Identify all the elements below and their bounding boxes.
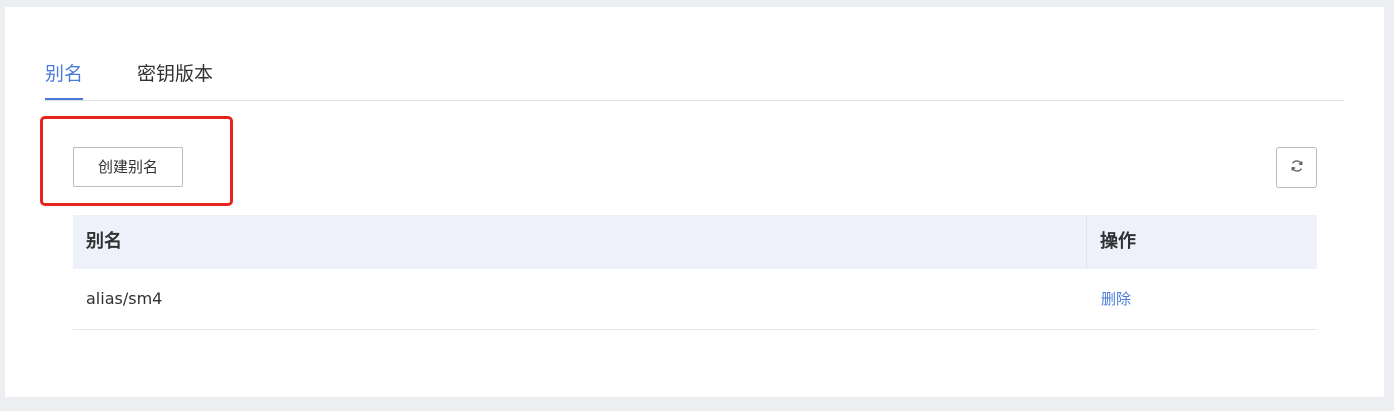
tab-bar: 别名 密钥版本 xyxy=(45,59,1344,101)
delete-link[interactable]: 删除 xyxy=(1101,269,1131,329)
column-divider xyxy=(1086,215,1087,269)
column-header-actions: 操作 xyxy=(1100,231,1136,252)
alias-cell: alias/sm4 xyxy=(86,289,163,308)
create-alias-button[interactable]: 创建别名 xyxy=(73,147,183,187)
refresh-icon xyxy=(1290,158,1304,177)
tab-alias[interactable]: 别名 xyxy=(45,59,84,100)
table-row: alias/sm4 删除 xyxy=(73,269,1317,330)
alias-table: 别名 操作 alias/sm4 删除 xyxy=(73,215,1317,330)
alias-panel: 别名 密钥版本 创建别名 别名 操作 alias/sm4 删除 xyxy=(5,7,1384,397)
tab-key-version[interactable]: 密钥版本 xyxy=(137,59,213,100)
table-header: 别名 操作 xyxy=(73,215,1317,269)
refresh-button[interactable] xyxy=(1276,147,1317,188)
column-header-alias: 别名 xyxy=(86,231,122,252)
